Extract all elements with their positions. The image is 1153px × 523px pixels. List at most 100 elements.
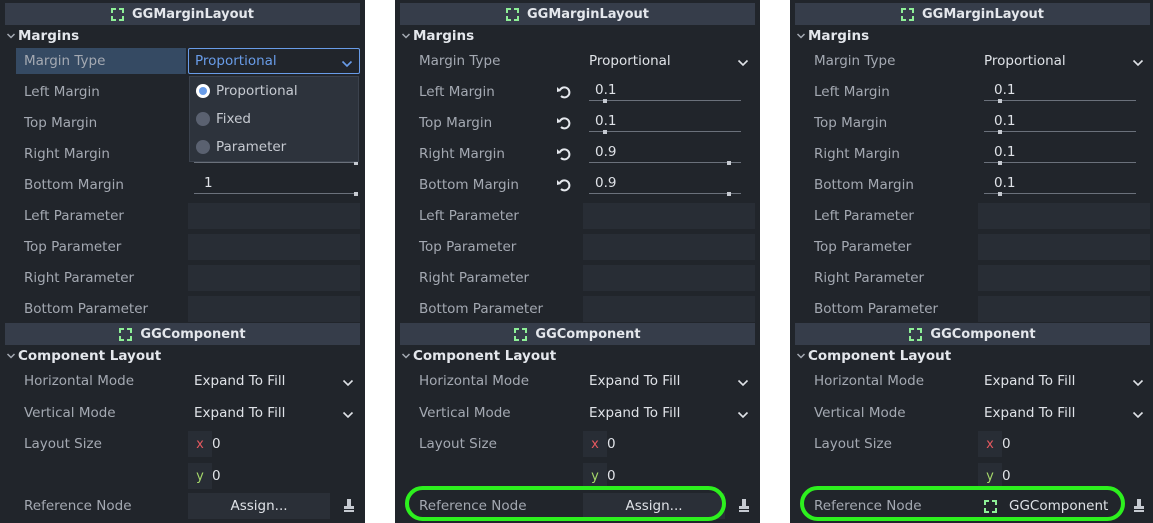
- left-margin-field[interactable]: 0.1: [583, 79, 755, 105]
- left-margin-field[interactable]: 0.1: [978, 79, 1150, 105]
- component-header[interactable]: GGComponent: [5, 323, 360, 345]
- component-layout-section[interactable]: Component Layout: [5, 346, 360, 366]
- dropdown-value: Expand To Fill: [589, 405, 681, 421]
- clear-icon[interactable]: [342, 498, 356, 514]
- component-header[interactable]: GGComponent: [795, 323, 1150, 345]
- reference-node-button[interactable]: GGComponent: [978, 493, 1120, 519]
- slider-grabber[interactable]: [727, 192, 731, 196]
- top-margin-label: Top Margin: [814, 115, 888, 131]
- inspector-panel-2: GGMarginLayout Margins Margin Type Propo…: [395, 0, 760, 523]
- right-margin-label: Right Margin: [419, 146, 505, 162]
- option-proportional[interactable]: Proportional: [196, 78, 298, 104]
- header-title: GGComponent: [930, 326, 1036, 342]
- horizontal-mode-dropdown[interactable]: Expand To Fill: [188, 368, 360, 394]
- margins-section[interactable]: Margins: [795, 26, 1150, 46]
- field-value: 0.1: [994, 175, 1016, 191]
- left-param-field[interactable]: [583, 203, 755, 229]
- revert-icon[interactable]: [556, 146, 572, 162]
- top-param-field[interactable]: [188, 234, 360, 260]
- layout-size-y-field[interactable]: 0: [212, 463, 360, 489]
- right-param-field[interactable]: [188, 265, 360, 291]
- collapse-chevron-icon: [400, 30, 412, 42]
- top-margin-field[interactable]: 0.1: [583, 110, 755, 136]
- bottom-margin-label: Bottom Margin: [24, 177, 124, 193]
- vertical-mode-row: Vertical Mode Expand To Fill: [14, 400, 360, 426]
- bottom-param-field[interactable]: [978, 296, 1150, 322]
- left-param-label: Left Parameter: [24, 208, 124, 224]
- vertical-mode-label: Vertical Mode: [24, 405, 116, 421]
- top-param-field[interactable]: [583, 234, 755, 260]
- margin-type-dropdown[interactable]: Proportional: [188, 48, 360, 74]
- margin-type-dropdown[interactable]: Proportional: [583, 48, 755, 74]
- bottom-margin-field[interactable]: 0.9: [583, 172, 755, 198]
- layout-size-x-field[interactable]: 0: [1002, 431, 1150, 457]
- margin-type-row: Margin Type Proportional: [409, 48, 755, 74]
- slider-grabber[interactable]: [998, 192, 1002, 196]
- left-margin-label: Left Margin: [419, 84, 495, 100]
- margin-type-dropdown[interactable]: Proportional: [978, 48, 1150, 74]
- bottom-margin-field[interactable]: 0.1: [978, 172, 1150, 198]
- bottom-param-field[interactable]: [583, 296, 755, 322]
- top-margin-field[interactable]: 0.1: [978, 110, 1150, 136]
- layout-size-y-field[interactable]: 0: [1002, 463, 1150, 489]
- slider-grabber[interactable]: [998, 130, 1002, 134]
- margin-layout-header[interactable]: GGMarginLayout: [5, 3, 360, 25]
- right-param-field[interactable]: [583, 265, 755, 291]
- revert-icon[interactable]: [556, 115, 572, 131]
- right-param-field[interactable]: [978, 265, 1150, 291]
- right-margin-field[interactable]: 0.1: [978, 141, 1150, 167]
- assign-button[interactable]: Assign...: [188, 493, 330, 519]
- slider-track: [984, 162, 1136, 163]
- layout-size-y-field[interactable]: 0: [607, 463, 755, 489]
- bottom-param-label: Bottom Parameter: [419, 301, 544, 317]
- top-param-label: Top Parameter: [24, 239, 122, 255]
- margins-section[interactable]: Margins: [400, 26, 755, 46]
- top-margin-row: Top Margin 0.1: [409, 110, 755, 136]
- slider-grabber[interactable]: [354, 192, 358, 196]
- left-param-field[interactable]: [188, 203, 360, 229]
- option-fixed[interactable]: Fixed: [196, 106, 251, 132]
- slider-grabber[interactable]: [998, 161, 1002, 165]
- node-icon: [900, 7, 914, 21]
- bottom-param-field[interactable]: [188, 296, 360, 322]
- horizontal-mode-dropdown[interactable]: Expand To Fill: [583, 368, 755, 394]
- vertical-mode-dropdown[interactable]: Expand To Fill: [978, 400, 1150, 426]
- revert-icon[interactable]: [556, 84, 572, 100]
- slider-grabber[interactable]: [603, 130, 607, 134]
- slider-track: [984, 100, 1136, 101]
- dropdown-value: Expand To Fill: [984, 373, 1076, 389]
- slider-grabber[interactable]: [727, 161, 731, 165]
- reference-node-label: Reference Node: [24, 498, 132, 514]
- component-layout-section[interactable]: Component Layout: [400, 346, 755, 366]
- margin-layout-header[interactable]: GGMarginLayout: [795, 3, 1150, 25]
- right-margin-label: Right Margin: [814, 146, 900, 162]
- slider-grabber[interactable]: [998, 99, 1002, 103]
- vertical-mode-dropdown[interactable]: Expand To Fill: [188, 400, 360, 426]
- layout-size-x-field[interactable]: 0: [212, 431, 360, 457]
- left-param-row: Left Parameter: [804, 203, 1150, 229]
- vertical-mode-dropdown[interactable]: Expand To Fill: [583, 400, 755, 426]
- margins-section[interactable]: Margins: [5, 26, 360, 46]
- clear-icon[interactable]: [1132, 498, 1146, 514]
- dropdown-value: Expand To Fill: [194, 373, 286, 389]
- component-layout-section[interactable]: Component Layout: [795, 346, 1150, 366]
- layout-size-x-field[interactable]: 0: [607, 431, 755, 457]
- axis-x-label: x: [188, 431, 212, 457]
- right-param-row: Right Parameter: [14, 265, 360, 291]
- assign-button[interactable]: Assign...: [583, 493, 725, 519]
- revert-icon[interactable]: [556, 177, 572, 193]
- margin-layout-header[interactable]: GGMarginLayout: [400, 3, 755, 25]
- left-param-row: Left Parameter: [409, 203, 755, 229]
- option-parameter[interactable]: Parameter: [196, 134, 286, 160]
- layout-size-row: Layout Size x 0 y 0: [14, 431, 360, 489]
- slider-grabber[interactable]: [603, 99, 607, 103]
- horizontal-mode-dropdown[interactable]: Expand To Fill: [978, 368, 1150, 394]
- bottom-margin-row: Bottom Margin 1: [14, 172, 360, 198]
- component-header[interactable]: GGComponent: [400, 323, 755, 345]
- bottom-param-row: Bottom Parameter: [409, 296, 755, 322]
- clear-icon[interactable]: [737, 498, 751, 514]
- right-margin-field[interactable]: 0.9: [583, 141, 755, 167]
- top-param-field[interactable]: [978, 234, 1150, 260]
- bottom-margin-field[interactable]: 1: [188, 172, 360, 198]
- left-param-field[interactable]: [978, 203, 1150, 229]
